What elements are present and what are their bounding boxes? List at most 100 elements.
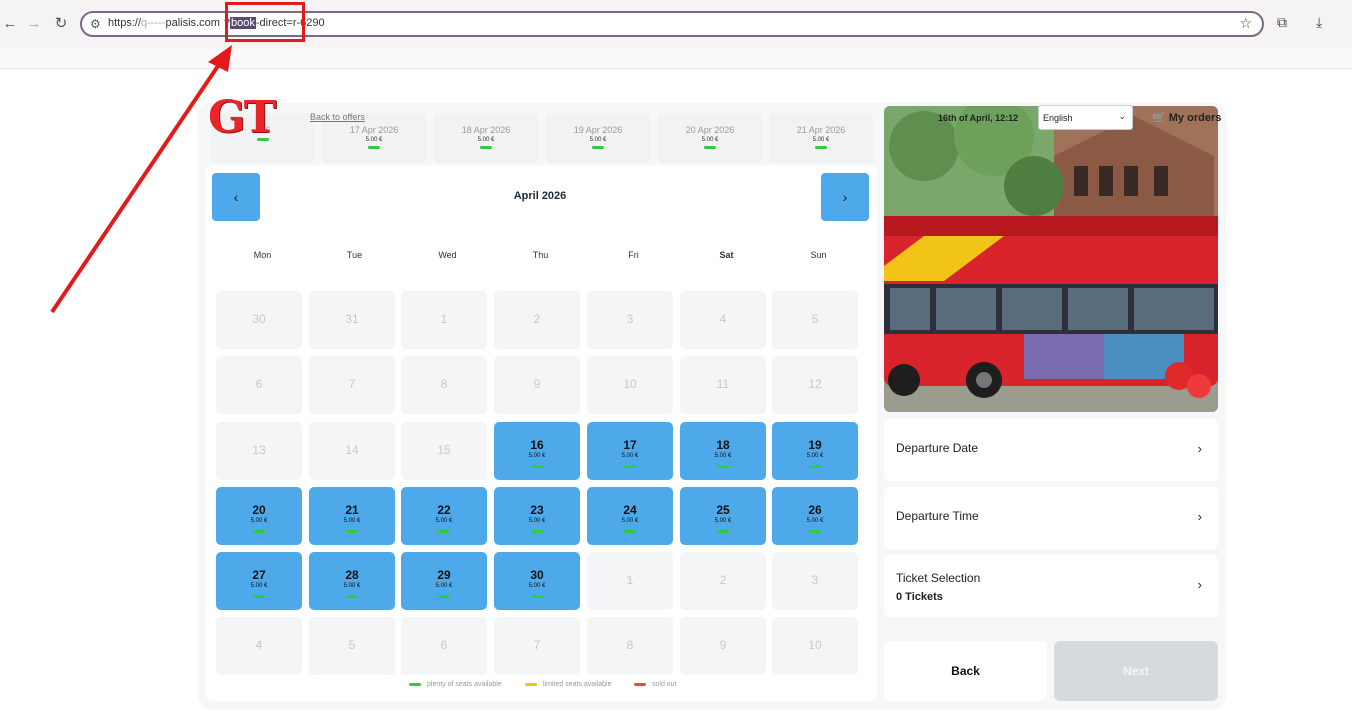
- availability-indicator: [815, 146, 827, 149]
- day-number: 24: [623, 503, 637, 517]
- availability-indicator: [253, 530, 265, 533]
- calendar-day-available[interactable]: 20 5.00 €: [216, 487, 302, 545]
- prev-month-button[interactable]: ‹: [212, 173, 260, 221]
- legend-sold-out: sold out: [634, 681, 677, 688]
- day-price: 5.00 €: [806, 518, 824, 524]
- day-number: 10: [623, 377, 637, 391]
- day-number: 16: [530, 438, 544, 452]
- step-departure-date[interactable]: Departure Date ›: [884, 419, 1218, 481]
- calendar-day-disabled: 10: [587, 356, 673, 414]
- calendar-day-disabled: 4: [680, 291, 766, 349]
- day-price: 5.00 €: [435, 518, 453, 524]
- day-number: 7: [348, 377, 356, 391]
- day-number: 9: [533, 377, 541, 391]
- calendar-day-available[interactable]: 21 5.00 €: [309, 487, 395, 545]
- calendar-day-disabled: 13: [216, 422, 302, 480]
- day-number: 21: [345, 503, 359, 517]
- strip-date-item[interactable]: 21 Apr 2026 5.00 €: [769, 113, 873, 163]
- calendar-day-disabled: 7: [309, 356, 395, 414]
- download-icon[interactable]: ⤓: [1316, 14, 1322, 31]
- reload-icon[interactable]: ↻: [51, 14, 71, 34]
- legend-label: plenty of seats available: [427, 681, 502, 688]
- step-ticket-selection[interactable]: Ticket Selection 0 Tickets ›: [884, 555, 1218, 617]
- calendar-day-available[interactable]: 17 5.00 €: [587, 422, 673, 480]
- url-host: palisis.com: [165, 17, 220, 29]
- next-month-button[interactable]: ›: [821, 173, 869, 221]
- day-number: 18: [716, 438, 730, 452]
- back-button[interactable]: Back: [884, 641, 1047, 701]
- strip-price: 5.00 €: [477, 137, 495, 143]
- day-number: 14: [345, 443, 359, 457]
- calendar-day-available[interactable]: 30 5.00 €: [494, 552, 580, 610]
- day-price: 5.00 €: [714, 453, 732, 459]
- strip-date-item[interactable]: 19 Apr 2026 5.00 €: [546, 113, 650, 163]
- calendar-day-available[interactable]: 16 5.00 €: [494, 422, 580, 480]
- calendar-day-disabled: 3: [772, 552, 858, 610]
- calendar-day-available[interactable]: 19 5.00 €: [772, 422, 858, 480]
- bookmark-star-icon[interactable]: ☆: [1239, 15, 1252, 32]
- calendar-day-disabled: 8: [587, 617, 673, 675]
- availability-indicator: [531, 465, 543, 468]
- calendar-day-available[interactable]: 28 5.00 €: [309, 552, 395, 610]
- back-arrow-icon[interactable]: ←: [0, 14, 20, 34]
- availability-indicator: [438, 595, 450, 598]
- tour-hero-image: [884, 106, 1218, 412]
- strip-date: 17 Apr 2026: [349, 125, 399, 135]
- day-price: 5.00 €: [528, 518, 546, 524]
- site-info-icon[interactable]: ⚙: [90, 17, 101, 31]
- strip-date-item[interactable]: 20 Apr 2026 5.00 €: [658, 113, 762, 163]
- step-departure-time[interactable]: Departure Time ›: [884, 487, 1218, 549]
- day-number: 30: [530, 568, 544, 582]
- url-host-blurred: q-----: [141, 17, 166, 29]
- day-price: 5.00 €: [528, 583, 546, 589]
- my-orders-link[interactable]: 🛒 My orders: [1152, 111, 1221, 124]
- day-number: 17: [623, 438, 637, 452]
- calendar-day-available[interactable]: 22 5.00 €: [401, 487, 487, 545]
- strip-price: 5.00 €: [812, 137, 830, 143]
- calendar-day-available[interactable]: 23 5.00 €: [494, 487, 580, 545]
- next-button[interactable]: Next: [1054, 641, 1218, 701]
- day-number: 23: [530, 503, 544, 517]
- calendar-day-disabled: 1: [401, 291, 487, 349]
- day-number: 10: [808, 638, 822, 652]
- calendar-day-available[interactable]: 18 5.00 €: [680, 422, 766, 480]
- calendar-day-disabled: 7: [494, 617, 580, 675]
- calendar-day-disabled: 6: [216, 356, 302, 414]
- chevron-right-icon: ›: [842, 189, 848, 205]
- day-number: 26: [808, 503, 822, 517]
- calendar-day-available[interactable]: 27 5.00 €: [216, 552, 302, 610]
- calendar-day-disabled: 5: [772, 291, 858, 349]
- day-number: 12: [808, 377, 822, 391]
- day-price: 5.00 €: [435, 583, 453, 589]
- weekday-label: Thu: [532, 250, 549, 260]
- extensions-icon[interactable]: ⧉: [1277, 14, 1287, 31]
- language-select[interactable]: English ⌄: [1038, 105, 1133, 130]
- calendar-day-available[interactable]: 26 5.00 €: [772, 487, 858, 545]
- back-to-offers-link[interactable]: Back to offers: [310, 112, 365, 122]
- step-title: Departure Time: [896, 509, 979, 523]
- availability-indicator: [809, 530, 821, 533]
- availability-indicator: [624, 465, 636, 468]
- calendar-day-disabled: 9: [494, 356, 580, 414]
- legend-swatch-yellow: [525, 682, 537, 686]
- calendar-day-available[interactable]: 29 5.00 €: [401, 552, 487, 610]
- legend-swatch-red: [634, 682, 646, 686]
- strip-price: 5.00 €: [701, 137, 719, 143]
- strip-date: 21 Apr 2026: [796, 125, 846, 135]
- calendar-day-disabled: 12: [772, 356, 858, 414]
- calendar-day-disabled: 15: [401, 422, 487, 480]
- forward-arrow-icon[interactable]: →: [24, 14, 44, 34]
- availability-indicator: [717, 530, 729, 533]
- calendar-day-available[interactable]: 25 5.00 €: [680, 487, 766, 545]
- day-number: 27: [252, 568, 266, 582]
- day-number: 3: [626, 312, 634, 326]
- availability-indicator: [704, 146, 716, 149]
- strip-date-item[interactable]: 18 Apr 2026 5.00 €: [434, 113, 538, 163]
- weekday-label: Tue: [346, 250, 363, 260]
- legend-label: limited seats available: [543, 681, 612, 688]
- day-number: 8: [440, 377, 448, 391]
- calendar-day-disabled: 1: [587, 552, 673, 610]
- calendar-day-disabled: 11: [680, 356, 766, 414]
- calendar-day-available[interactable]: 24 5.00 €: [587, 487, 673, 545]
- annotation-highlight-box: [225, 2, 305, 42]
